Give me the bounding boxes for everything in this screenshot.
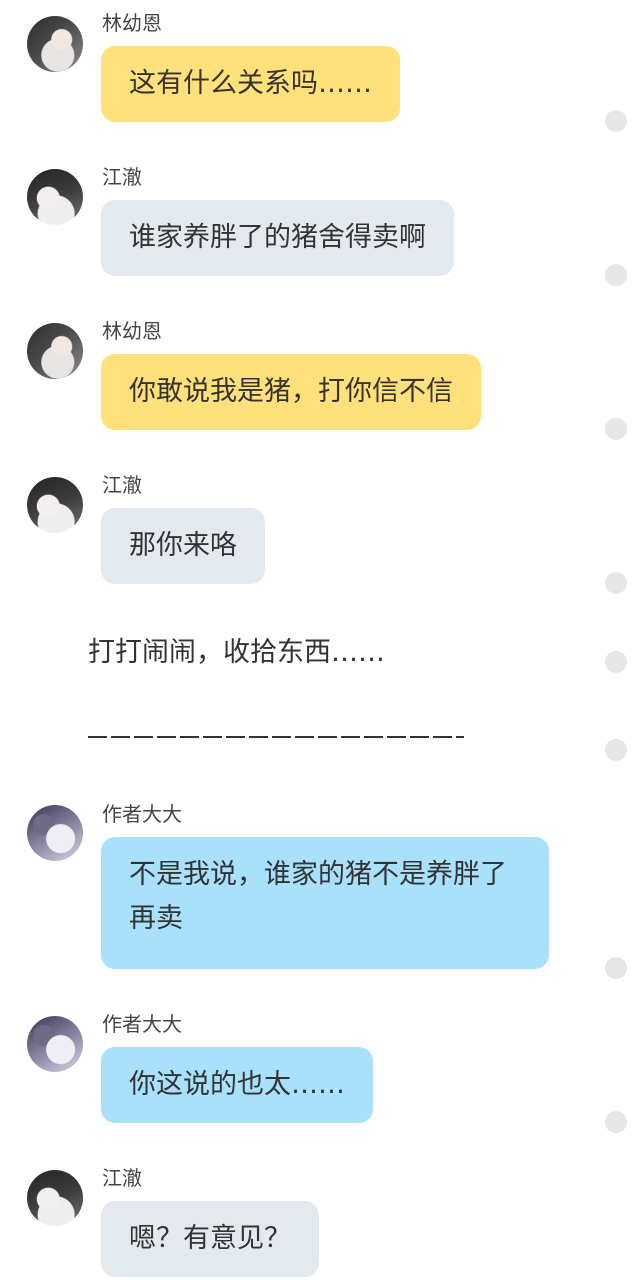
sender-name: 作者大大 xyxy=(102,1012,182,1036)
avatar[interactable] xyxy=(27,169,83,225)
chat-screen: 林幼恩 这有什么关系吗…… 江澈 谁家养胖了的猪舍得卖啊 林幼恩 你敢说我是猪，… xyxy=(0,0,640,1280)
message-bubble[interactable]: 嗯？有意见？ xyxy=(101,1201,319,1277)
message-bubble[interactable]: 你敢说我是猪，打你信不信 xyxy=(101,354,481,430)
scene-divider xyxy=(88,736,464,738)
read-dot-icon xyxy=(605,572,627,594)
avatar[interactable] xyxy=(27,1016,83,1072)
avatar[interactable] xyxy=(27,16,83,72)
read-dot-icon xyxy=(605,1111,627,1133)
avatar[interactable] xyxy=(27,1170,83,1226)
sender-name: 作者大大 xyxy=(102,802,182,826)
sender-name: 江澈 xyxy=(102,165,142,189)
avatar[interactable] xyxy=(27,805,83,861)
narration-text: 打打闹闹，收拾东西…… xyxy=(88,637,385,668)
read-dot-icon xyxy=(605,110,627,132)
avatar[interactable] xyxy=(27,323,83,379)
read-dot-icon xyxy=(605,739,627,761)
read-dot-icon xyxy=(605,418,627,440)
sender-name: 江澈 xyxy=(102,473,142,497)
message-bubble[interactable]: 谁家养胖了的猪舍得卖啊 xyxy=(101,200,454,276)
read-dot-icon xyxy=(605,957,627,979)
sender-name: 江澈 xyxy=(102,1166,142,1190)
read-dot-icon xyxy=(605,651,627,673)
message-bubble[interactable]: 这有什么关系吗…… xyxy=(101,46,400,122)
message-bubble[interactable]: 那你来咯 xyxy=(101,508,265,584)
read-dot-icon xyxy=(605,264,627,286)
message-bubble[interactable]: 不是我说，谁家的猪不是养胖了再卖 xyxy=(101,837,549,969)
message-bubble[interactable]: 你这说的也太…… xyxy=(101,1047,373,1123)
sender-name: 林幼恩 xyxy=(102,11,162,35)
sender-name: 林幼恩 xyxy=(102,319,162,343)
avatar[interactable] xyxy=(27,477,83,533)
